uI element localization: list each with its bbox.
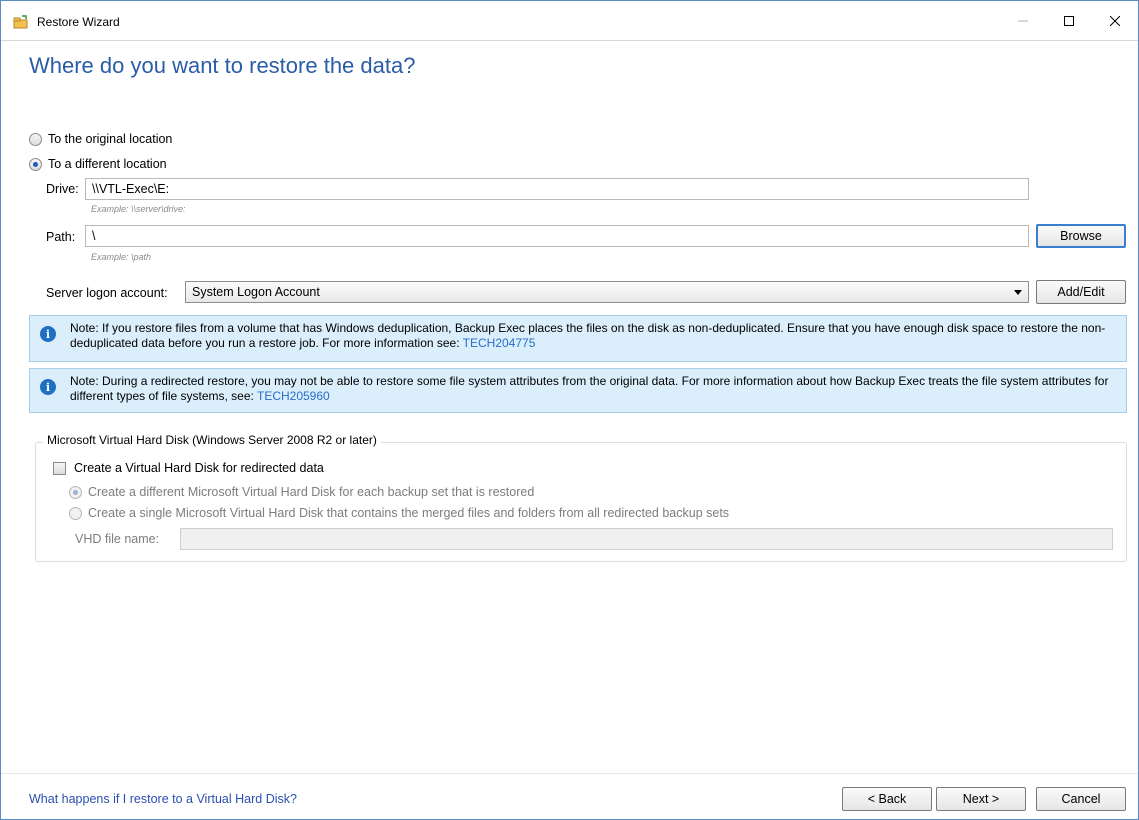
browse-button[interactable]: Browse <box>1036 224 1126 248</box>
vhd-single-option[interactable]: Create a single Microsoft Virtual Hard D… <box>69 506 729 520</box>
close-icon <box>1110 16 1120 26</box>
create-vhd-option[interactable]: Create a Virtual Hard Disk for redirecte… <box>53 461 324 475</box>
window-title: Restore Wizard <box>37 15 120 29</box>
create-vhd-label: Create a Virtual Hard Disk for redirecte… <box>74 461 324 475</box>
vhd-single-label: Create a single Microsoft Virtual Hard D… <box>88 506 730 520</box>
restore-wizard-window: Restore Wizard Where do you want to rest… <box>0 0 1139 820</box>
dedup-note: i Note: If you restore files from a volu… <box>29 315 1127 362</box>
dedup-note-text: Note: If you restore files from a volume… <box>70 321 1106 350</box>
chevron-down-icon <box>1014 290 1022 295</box>
next-button[interactable]: Next > <box>936 787 1026 811</box>
maximize-icon <box>1064 16 1074 26</box>
minimize-button[interactable] <box>1000 1 1046 41</box>
different-location-label: To a different location <box>48 157 167 171</box>
close-button[interactable] <box>1092 1 1138 41</box>
vhd-file-name-label: VHD file name: <box>75 532 160 546</box>
add-edit-button[interactable]: Add/Edit <box>1036 280 1126 304</box>
vhd-each-option[interactable]: Create a different Microsoft Virtual Har… <box>69 485 534 499</box>
original-location-option[interactable]: To the original location <box>29 132 172 146</box>
tech204775-link[interactable]: TECH204775 <box>463 336 536 350</box>
server-logon-label: Server logon account: <box>46 286 168 300</box>
path-example: Example: \path <box>91 252 152 262</box>
drive-example: Example: \\server\drive: <box>91 204 186 214</box>
path-input[interactable]: \ <box>85 225 1029 247</box>
server-logon-value: System Logon Account <box>192 285 320 299</box>
vhd-single-radio[interactable] <box>69 506 82 520</box>
tech205960-link[interactable]: TECH205960 <box>257 389 330 403</box>
vhd-file-name-input[interactable] <box>180 528 1113 550</box>
original-location-radio[interactable] <box>29 132 42 146</box>
original-location-label: To the original location <box>48 132 173 146</box>
page-title: Where do you want to restore the data? <box>29 53 416 78</box>
attributes-note-text: Note: During a redirected restore, you m… <box>70 374 1109 403</box>
create-vhd-checkbox[interactable] <box>53 461 66 475</box>
vhd-each-label: Create a different Microsoft Virtual Har… <box>88 485 535 499</box>
back-button[interactable]: < Back <box>842 787 932 811</box>
info-icon: i <box>40 379 56 395</box>
drive-input[interactable]: \\VTL-Exec\E: <box>85 178 1029 200</box>
title-bar: Restore Wizard <box>1 1 1138 41</box>
info-icon: i <box>40 326 56 342</box>
attributes-note: i Note: During a redirected restore, you… <box>29 368 1127 413</box>
drive-label: Drive: <box>46 182 79 196</box>
cancel-button[interactable]: Cancel <box>1036 787 1126 811</box>
minimize-icon <box>1018 20 1028 22</box>
path-label: Path: <box>46 230 76 244</box>
different-location-option[interactable]: To a different location <box>29 157 167 171</box>
vhd-each-radio[interactable] <box>69 485 82 499</box>
server-logon-select[interactable]: System Logon Account <box>185 281 1029 303</box>
different-location-radio[interactable] <box>29 157 42 171</box>
vhd-group-title: Microsoft Virtual Hard Disk (Windows Ser… <box>43 433 381 447</box>
maximize-button[interactable] <box>1046 1 1092 41</box>
restore-app-icon <box>13 15 28 29</box>
vhd-help-link[interactable]: What happens if I restore to a Virtual H… <box>29 792 297 806</box>
